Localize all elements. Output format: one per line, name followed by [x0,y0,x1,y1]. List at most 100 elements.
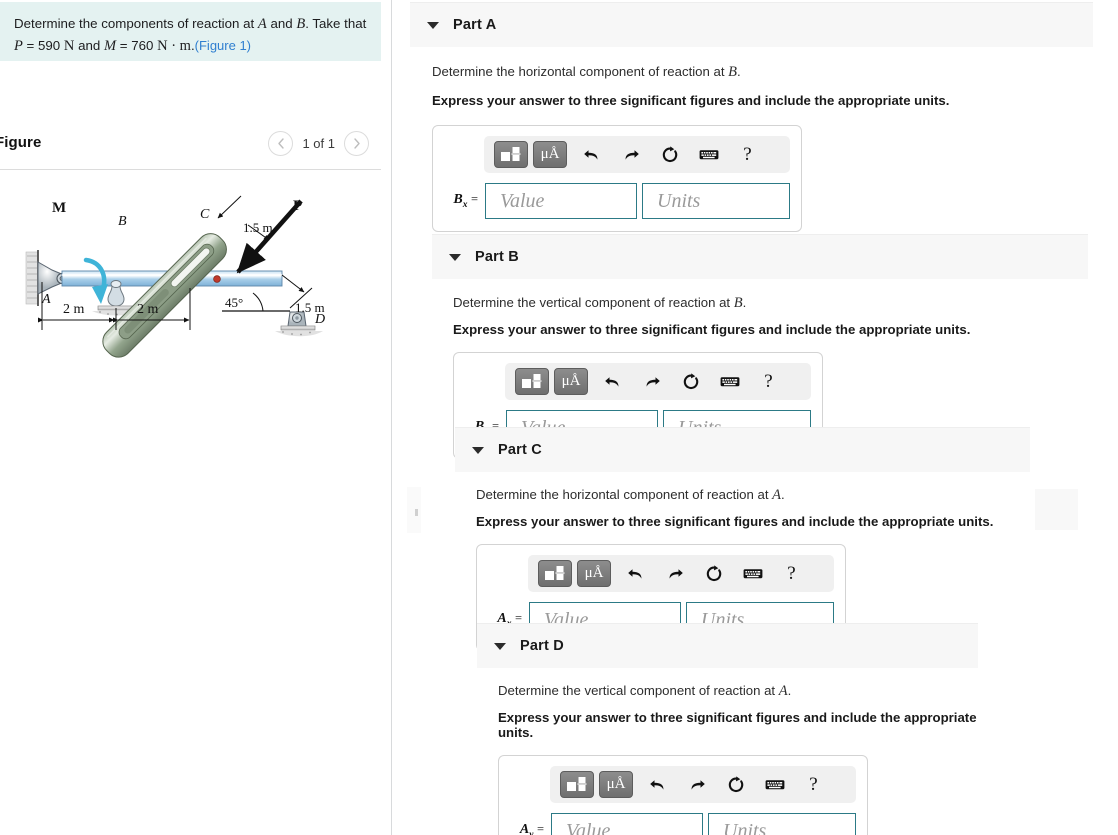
help-icon[interactable]: ? [776,560,807,587]
part-d-variable-label: Ay = [510,822,544,835]
part-a-header[interactable]: Part A [410,2,1093,47]
caret-down-icon[interactable] [449,253,461,261]
part-c-label: Part C [498,442,542,458]
caret-down-icon[interactable] [472,446,484,454]
problem-line1-and: and [266,16,297,31]
label-point-a: A [41,292,51,307]
keyboard-icon[interactable] [759,771,790,798]
reset-icon[interactable] [698,560,729,587]
math-template-icon[interactable] [494,141,528,168]
help-icon[interactable]: ? [798,771,829,798]
label-dim-1: 2 m [63,302,85,317]
label-dim-2: 2 m [137,302,159,317]
reset-icon[interactable] [675,368,706,395]
part-a-prompt-pre: Determine the horizontal component of re… [432,64,729,79]
undo-icon[interactable] [576,141,607,168]
help-icon[interactable]: ? [753,368,784,395]
figure-1-link[interactable]: (Figure 1) [195,38,251,53]
redo-icon[interactable] [615,141,646,168]
math-template-icon[interactable] [560,771,594,798]
part-d-block: Part D Determine the vertical component … [477,623,978,835]
part-d-var-letter: A [519,822,530,835]
figure-next-button[interactable] [344,131,369,156]
help-icon[interactable]: ? [732,141,763,168]
problem-symbol-m: M [103,38,117,55]
label-point-b: B [118,214,127,229]
left-pane: Determine the components of reaction at … [0,0,392,835]
problem-point-b: B [296,16,306,32]
reset-icon[interactable] [654,141,685,168]
micro-angstrom-units-icon[interactable]: μÅ [577,560,611,587]
problem-statement-text: Determine the components of reaction at … [14,13,367,58]
undo-icon[interactable] [597,368,628,395]
keyboard-icon[interactable] [714,368,745,395]
caret-down-icon[interactable] [427,21,439,29]
reset-icon[interactable] [720,771,751,798]
part-a-instruction: Express your answer to three significant… [432,93,950,108]
part-d-prompt-pre: Determine the vertical component of reac… [498,683,779,698]
part-d-answer-box: μÅ ? Ay = Value Units [498,755,868,835]
right-pane: Part A Determine the horizontal componen… [393,0,1118,835]
undo-icon[interactable] [620,560,651,587]
problem-point-a: A [257,16,267,32]
part-a-units-input[interactable]: Units [642,183,790,219]
part-b-header[interactable]: Part B [432,234,1088,279]
part-d-value-input[interactable]: Value [551,813,703,835]
overlay-artifact-right [1035,489,1078,530]
micro-angstrom-units-icon[interactable]: μÅ [533,141,567,168]
part-a-prompt-post: . [737,64,741,79]
part-a-var-sub: x [462,199,468,210]
part-a-prompt-var: B [728,64,738,80]
label-dim-4: 1.5 m [295,300,325,315]
part-d-header[interactable]: Part D [477,623,978,668]
label-force-p: P [293,198,302,214]
overlay-artifact-left [407,487,421,533]
figure-pager: 1 of 1 [268,131,369,156]
part-c-prompt: Determine the horizontal component of re… [476,487,1030,504]
part-c-block: Part C Determine the horizontal componen… [455,427,1030,651]
undo-icon[interactable] [642,771,673,798]
problem-m-value: = 760 [116,38,158,54]
figure-prev-button[interactable] [268,131,294,156]
redo-icon[interactable] [659,560,690,587]
label-point-c: C [200,207,210,222]
part-c-header[interactable]: Part C [455,427,1030,472]
part-d-instruction: Express your answer to three significant… [498,710,977,740]
keyboard-icon[interactable] [693,141,724,168]
part-a-prompt: Determine the horizontal component of re… [432,64,1093,81]
part-d-toolbar: μÅ ? [550,766,856,803]
part-c-prompt-pre: Determine the horizontal component of re… [476,487,773,502]
keyboard-icon[interactable] [737,560,768,587]
part-a-value-input[interactable]: Value [485,183,637,219]
part-b-label: Part B [475,249,519,265]
part-d-prompt-post: . [787,683,792,698]
part-d-prompt: Determine the vertical component of reac… [498,683,978,700]
micro-angstrom-units-icon[interactable]: μÅ [554,368,588,395]
label-dim-3: 1.5 m [243,220,273,235]
part-d-var-sub: y [529,829,534,835]
chevron-right-icon [353,138,360,149]
part-c-toolbar: μÅ ? [528,555,834,592]
math-template-icon[interactable] [538,560,572,587]
part-c-prompt-var: A [772,487,782,503]
part-d-prompt-var: A [778,683,788,699]
part-b-prompt-var: B [733,295,743,311]
redo-icon[interactable] [681,771,712,798]
micro-angstrom-units-icon[interactable]: μÅ [599,771,633,798]
caret-down-icon[interactable] [494,642,506,650]
problem-p-value: = 590 [22,38,64,54]
part-a-block: Part A Determine the horizontal componen… [410,2,1093,232]
part-c-prompt-post: . [781,487,785,502]
label-moment: M [52,200,66,216]
label-angle: 45° [225,295,243,310]
redo-icon[interactable] [636,368,667,395]
part-d-units-input[interactable]: Units [708,813,856,835]
problem-unit-nm: N · m [157,38,191,55]
part-b-prompt-post: . [742,295,747,310]
part-d-fields: Ay = Value Units [510,813,856,835]
part-d-label: Part D [520,638,564,654]
force-p-arrow [236,199,303,274]
figure-diagram[interactable]: M A B C D P 2 m 2 m 1.5 m 1.5 m 45° [0,180,390,410]
part-b-toolbar: μÅ ? [505,363,811,400]
math-template-icon[interactable] [515,368,549,395]
